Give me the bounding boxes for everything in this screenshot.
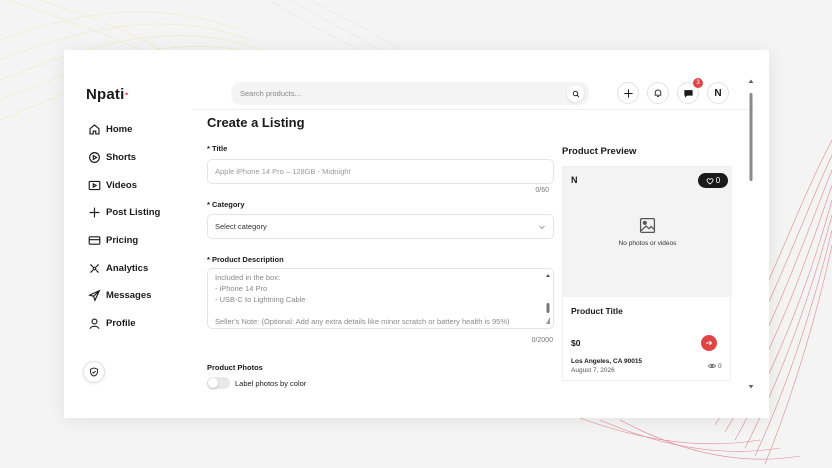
description-textarea[interactable]: Included in the box: - iPhone 14 Pro - U…: [207, 268, 554, 329]
play-circle-icon: [89, 152, 100, 163]
plus-icon: [89, 208, 100, 218]
view-product-button[interactable]: [701, 335, 717, 351]
title-field-wrapper: [207, 159, 554, 184]
description-line: [215, 305, 546, 316]
search-input[interactable]: [240, 89, 550, 98]
image-placeholder-icon: [639, 217, 656, 234]
preview-location: Los Angeles, CA 90015: [571, 358, 643, 365]
sidebar-item-label: Videos: [106, 179, 137, 191]
preview-price: $0: [571, 338, 581, 348]
title-input[interactable]: [215, 167, 553, 176]
description-line: - iPhone 14 Pro: [215, 284, 268, 293]
preview-views: 0: [708, 362, 722, 370]
notifications-button[interactable]: [647, 82, 669, 104]
page-title: Create a Listing: [207, 115, 305, 130]
label-by-color-toggle[interactable]: [207, 377, 230, 389]
sidebar-item-label: Shorts: [106, 152, 137, 164]
eye-icon: [708, 363, 716, 369]
no-media-text: No photos or videos: [618, 240, 677, 247]
toggle-label: Label photos by color: [235, 379, 307, 388]
seller-initial: N: [571, 175, 578, 185]
sidebar-item-pricing[interactable]: Pricing: [88, 227, 160, 255]
sidebar-item-label: Analytics: [106, 262, 149, 274]
sidebar-nav: Home Shorts Videos Post Listing Pricing …: [88, 116, 160, 338]
description-line: - USB-C to Lightning Cable: [215, 295, 306, 304]
create-button[interactable]: [617, 82, 639, 104]
view-count: 0: [718, 362, 722, 370]
sidebar-item-label: Profile: [106, 318, 136, 330]
credit-card-icon: [88, 236, 101, 245]
sidebar-item-label: Pricing: [106, 235, 139, 247]
preview-card: N 0 No photos or videos Product Title $0…: [562, 166, 732, 381]
toggle-knob: [208, 378, 218, 388]
bell-icon: [654, 89, 662, 97]
description-line: Seller's Note: (Optional: Add any extra …: [215, 317, 510, 326]
description-line: Included in the box:: [215, 273, 281, 282]
category-select[interactable]: Select category: [207, 214, 554, 239]
like-button[interactable]: 0: [698, 173, 728, 188]
sidebar-item-label: Post Listing: [106, 207, 161, 219]
sidebar-item-post-listing[interactable]: Post Listing: [88, 199, 160, 227]
sidebar-item-messages[interactable]: Messages: [88, 282, 160, 310]
analytics-icon: [90, 263, 99, 273]
user-icon: [89, 318, 100, 330]
chat-icon: [683, 89, 693, 98]
description-label: * Product Description: [207, 255, 284, 264]
category-label: * Category: [207, 200, 245, 209]
title-label: * Title: [207, 144, 228, 153]
heart-icon: [706, 177, 714, 185]
search-bar: [231, 82, 589, 105]
like-count: 0: [715, 176, 721, 185]
preview-date: August 7, 2026: [571, 367, 615, 374]
sidebar-item-home[interactable]: Home: [88, 116, 160, 144]
sidebar-item-label: Messages: [106, 290, 152, 302]
avatar[interactable]: N: [707, 82, 729, 104]
security-button[interactable]: [83, 361, 105, 383]
sidebar-item-videos[interactable]: Videos: [88, 171, 160, 199]
category-value: Select category: [215, 222, 267, 231]
preview-title: Product Preview: [562, 146, 637, 157]
description-scrollbar[interactable]: [545, 272, 551, 327]
messages-button[interactable]: 3: [677, 78, 703, 104]
preview-product-title: Product Title: [571, 306, 623, 316]
sidebar-item-shorts[interactable]: Shorts: [88, 144, 160, 172]
app-logo[interactable]: Npati·: [86, 86, 130, 103]
plus-icon: [623, 88, 633, 98]
description-char-counter: 0/2000: [531, 337, 553, 344]
notification-badge: 3: [693, 78, 703, 88]
shield-check-icon: [90, 367, 98, 377]
home-icon: [89, 124, 100, 135]
sidebar-item-label: Home: [106, 124, 133, 136]
sidebar-item-analytics[interactable]: Analytics: [88, 254, 160, 282]
header-divider: [192, 109, 754, 110]
search-button[interactable]: [567, 85, 584, 102]
chevron-down-icon: [539, 225, 545, 230]
search-icon: [572, 90, 579, 97]
title-char-counter: 0/60: [535, 187, 549, 194]
arrow-right-icon: [706, 340, 713, 346]
page-scrollbar[interactable]: [747, 78, 755, 390]
app-window: Npati· Home Shorts Videos Post Listing P…: [64, 50, 769, 418]
preview-media: N 0 No photos or videos: [563, 167, 732, 297]
photos-label: Product Photos: [207, 363, 263, 372]
video-icon: [88, 180, 101, 190]
sidebar-item-profile[interactable]: Profile: [88, 310, 160, 338]
send-icon: [88, 289, 101, 303]
